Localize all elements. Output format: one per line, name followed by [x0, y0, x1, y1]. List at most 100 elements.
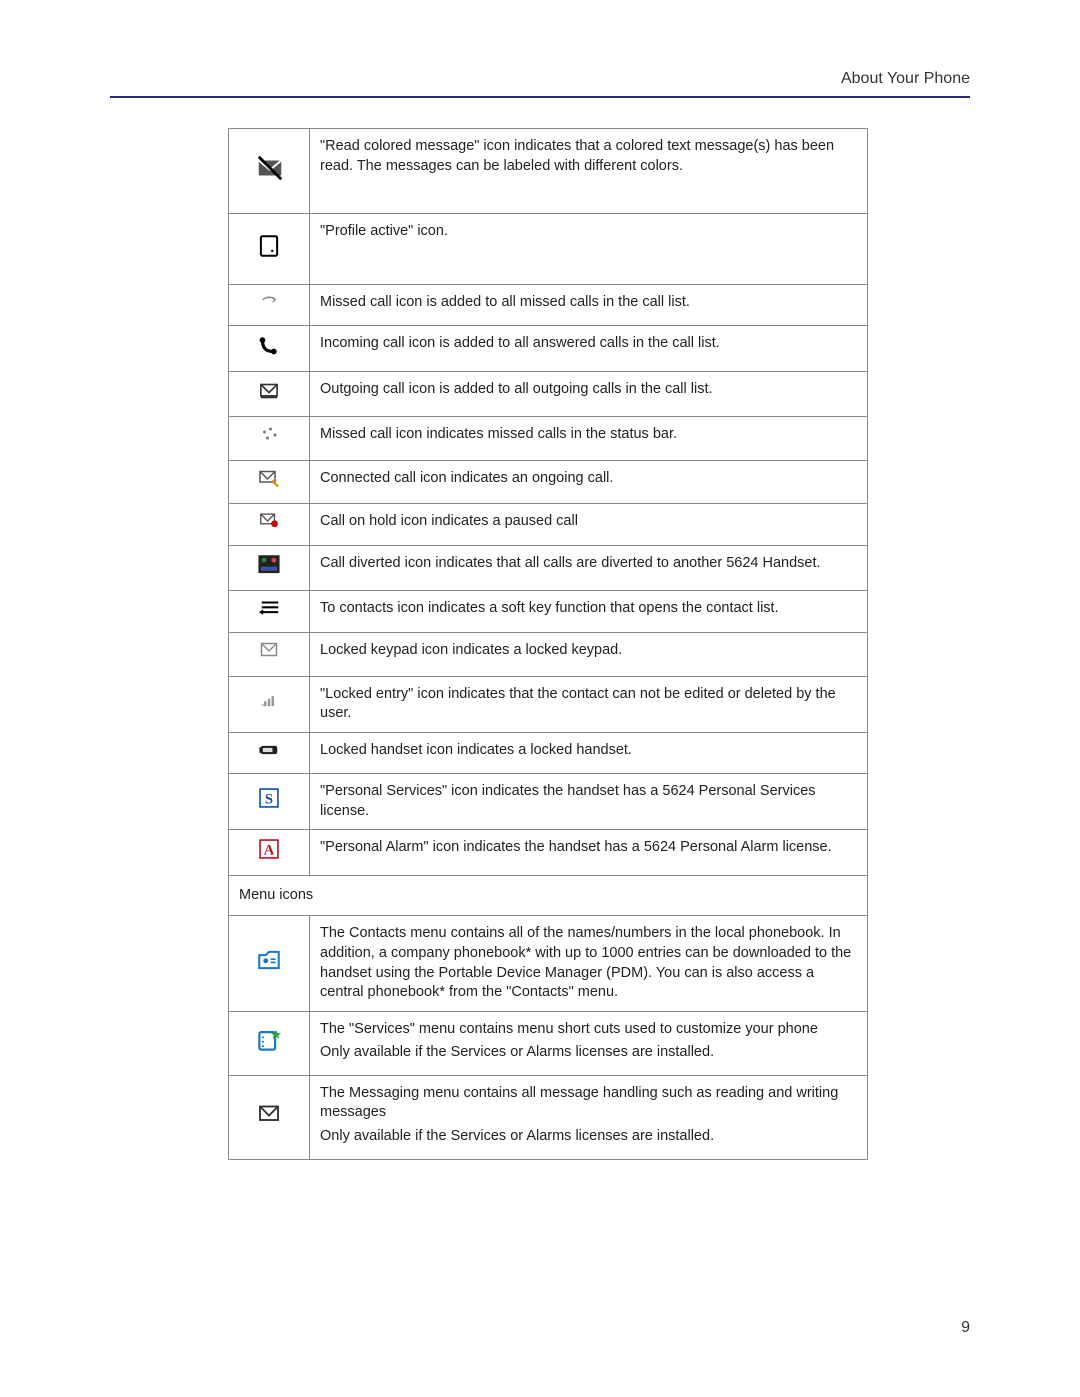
description-cell: Call on hold icon indicates a paused cal… [310, 504, 868, 546]
table-row: Missed call icon is added to all missed … [229, 285, 868, 326]
table-row: To contacts icon indicates a soft key fu… [229, 591, 868, 633]
table-row: The Messaging menu contains all message … [229, 1075, 868, 1159]
icon-cell [229, 632, 310, 676]
description-cell: Outgoing call icon is added to all outgo… [310, 371, 868, 417]
icon-cell [229, 676, 310, 732]
description-text: The Contacts menu contains all of the na… [320, 925, 851, 1000]
icon-cell [229, 371, 310, 417]
icon-cell [229, 1011, 310, 1075]
description-cell: The "Services" menu contains menu short … [310, 1011, 868, 1075]
svg-text:A: A [264, 843, 275, 859]
table-row: A "Personal Alarm" icon indicates the ha… [229, 830, 868, 876]
read-colored-message-icon [255, 153, 283, 181]
profile-active-icon [255, 233, 283, 261]
table-row: Call on hold icon indicates a paused cal… [229, 504, 868, 546]
section-header-cell: Menu icons [229, 875, 868, 916]
incoming-call-icon [255, 332, 283, 360]
icon-cell [229, 504, 310, 546]
description-cell: "Locked entry" icon indicates that the c… [310, 676, 868, 732]
page-number: 9 [961, 1319, 970, 1337]
description-text: "Locked entry" icon indicates that the c… [320, 686, 836, 722]
page-title: About Your Phone [841, 70, 970, 87]
description-cell: Call diverted icon indicates that all ca… [310, 545, 868, 591]
svg-text:S: S [265, 792, 273, 808]
table-row: The Contacts menu contains all of the na… [229, 916, 868, 1011]
description-text: "Personal Services" icon indicates the h… [320, 783, 816, 819]
table-row: "Read colored message" icon indicates th… [229, 129, 868, 214]
icon-cell [229, 129, 310, 214]
description-text: Missed call icon indicates missed calls … [320, 426, 677, 442]
description-text: Incoming call icon is added to all answe… [320, 335, 720, 351]
table-row: S "Personal Services" icon indicates the… [229, 774, 868, 830]
description-text: The Messaging menu contains all message … [320, 1085, 838, 1121]
icon-cell [229, 214, 310, 285]
icon-cell [229, 1075, 310, 1159]
icon-cell [229, 417, 310, 461]
table-row: Incoming call icon is added to all answe… [229, 326, 868, 372]
description-cell: Locked handset icon indicates a locked h… [310, 732, 868, 774]
missed-call-status-icon [255, 423, 283, 451]
icon-cell [229, 916, 310, 1011]
description-cell: Missed call icon is added to all missed … [310, 285, 868, 326]
table-row: "Locked entry" icon indicates that the c… [229, 676, 868, 732]
messaging-menu-icon [255, 1102, 283, 1130]
description-text: Missed call icon is added to all missed … [320, 294, 690, 310]
description-text: Locked keypad icon indicates a locked ke… [320, 642, 622, 658]
connected-call-icon [255, 467, 283, 495]
missed-call-list-icon [255, 291, 283, 319]
section-header-row: Menu icons [229, 875, 868, 916]
description-text: Call on hold icon indicates a paused cal… [320, 513, 578, 529]
description-cell: Missed call icon indicates missed calls … [310, 417, 868, 461]
description-text: The "Services" menu contains menu short … [320, 1021, 818, 1037]
description-text: Call diverted icon indicates that all ca… [320, 555, 821, 571]
table-row: Outgoing call icon is added to all outgo… [229, 371, 868, 417]
outgoing-call-icon [255, 378, 283, 406]
to-contacts-icon [255, 597, 283, 625]
icon-cell [229, 285, 310, 326]
description-cell: The Contacts menu contains all of the na… [310, 916, 868, 1011]
icon-cell: S [229, 774, 310, 830]
icon-description-table: "Read colored message" icon indicates th… [228, 128, 868, 1160]
table-row: Call diverted icon indicates that all ca… [229, 545, 868, 591]
icon-cell [229, 326, 310, 372]
description-text: Connected call icon indicates an ongoing… [320, 470, 613, 486]
description-text: "Read colored message" icon indicates th… [320, 138, 834, 174]
services-menu-icon [255, 1026, 283, 1054]
icon-cell [229, 732, 310, 774]
description-cell: Connected call icon indicates an ongoing… [310, 460, 868, 504]
table-row: Connected call icon indicates an ongoing… [229, 460, 868, 504]
locked-entry-icon [255, 690, 283, 718]
description-cell: Incoming call icon is added to all answe… [310, 326, 868, 372]
table-row: Locked keypad icon indicates a locked ke… [229, 632, 868, 676]
description-text: To contacts icon indicates a soft key fu… [320, 600, 779, 616]
document-page: About Your Phone "Read colored message" … [0, 0, 1080, 1397]
call-diverted-icon [255, 552, 283, 580]
description-text: Locked handset icon indicates a locked h… [320, 742, 632, 758]
description-note: Only available if the Services or Alarms… [320, 1044, 714, 1060]
description-cell: "Personal Services" icon indicates the h… [310, 774, 868, 830]
description-note: Only available if the Services or Alarms… [320, 1128, 714, 1144]
icon-cell [229, 591, 310, 633]
description-cell: To contacts icon indicates a soft key fu… [310, 591, 868, 633]
description-cell: The Messaging menu contains all message … [310, 1075, 868, 1159]
description-cell: "Read colored message" icon indicates th… [310, 129, 868, 214]
icon-cell: A [229, 830, 310, 876]
personal-alarm-icon: A [255, 836, 283, 864]
contacts-menu-icon [255, 947, 283, 975]
call-on-hold-icon [255, 510, 283, 538]
table-row: "Profile active" icon. [229, 214, 868, 285]
description-text: Outgoing call icon is added to all outgo… [320, 381, 713, 397]
page-header: About Your Phone [110, 70, 970, 98]
description-text: "Profile active" icon. [320, 223, 448, 239]
description-cell: "Personal Alarm" icon indicates the hand… [310, 830, 868, 876]
table-row: Missed call icon indicates missed calls … [229, 417, 868, 461]
section-header-text: Menu icons [239, 887, 313, 903]
personal-services-icon: S [255, 785, 283, 813]
description-cell: "Profile active" icon. [310, 214, 868, 285]
table-row: Locked handset icon indicates a locked h… [229, 732, 868, 774]
description-cell: Locked keypad icon indicates a locked ke… [310, 632, 868, 676]
icon-cell [229, 460, 310, 504]
icon-cell [229, 545, 310, 591]
description-text: "Personal Alarm" icon indicates the hand… [320, 839, 832, 855]
locked-handset-icon [255, 739, 283, 767]
